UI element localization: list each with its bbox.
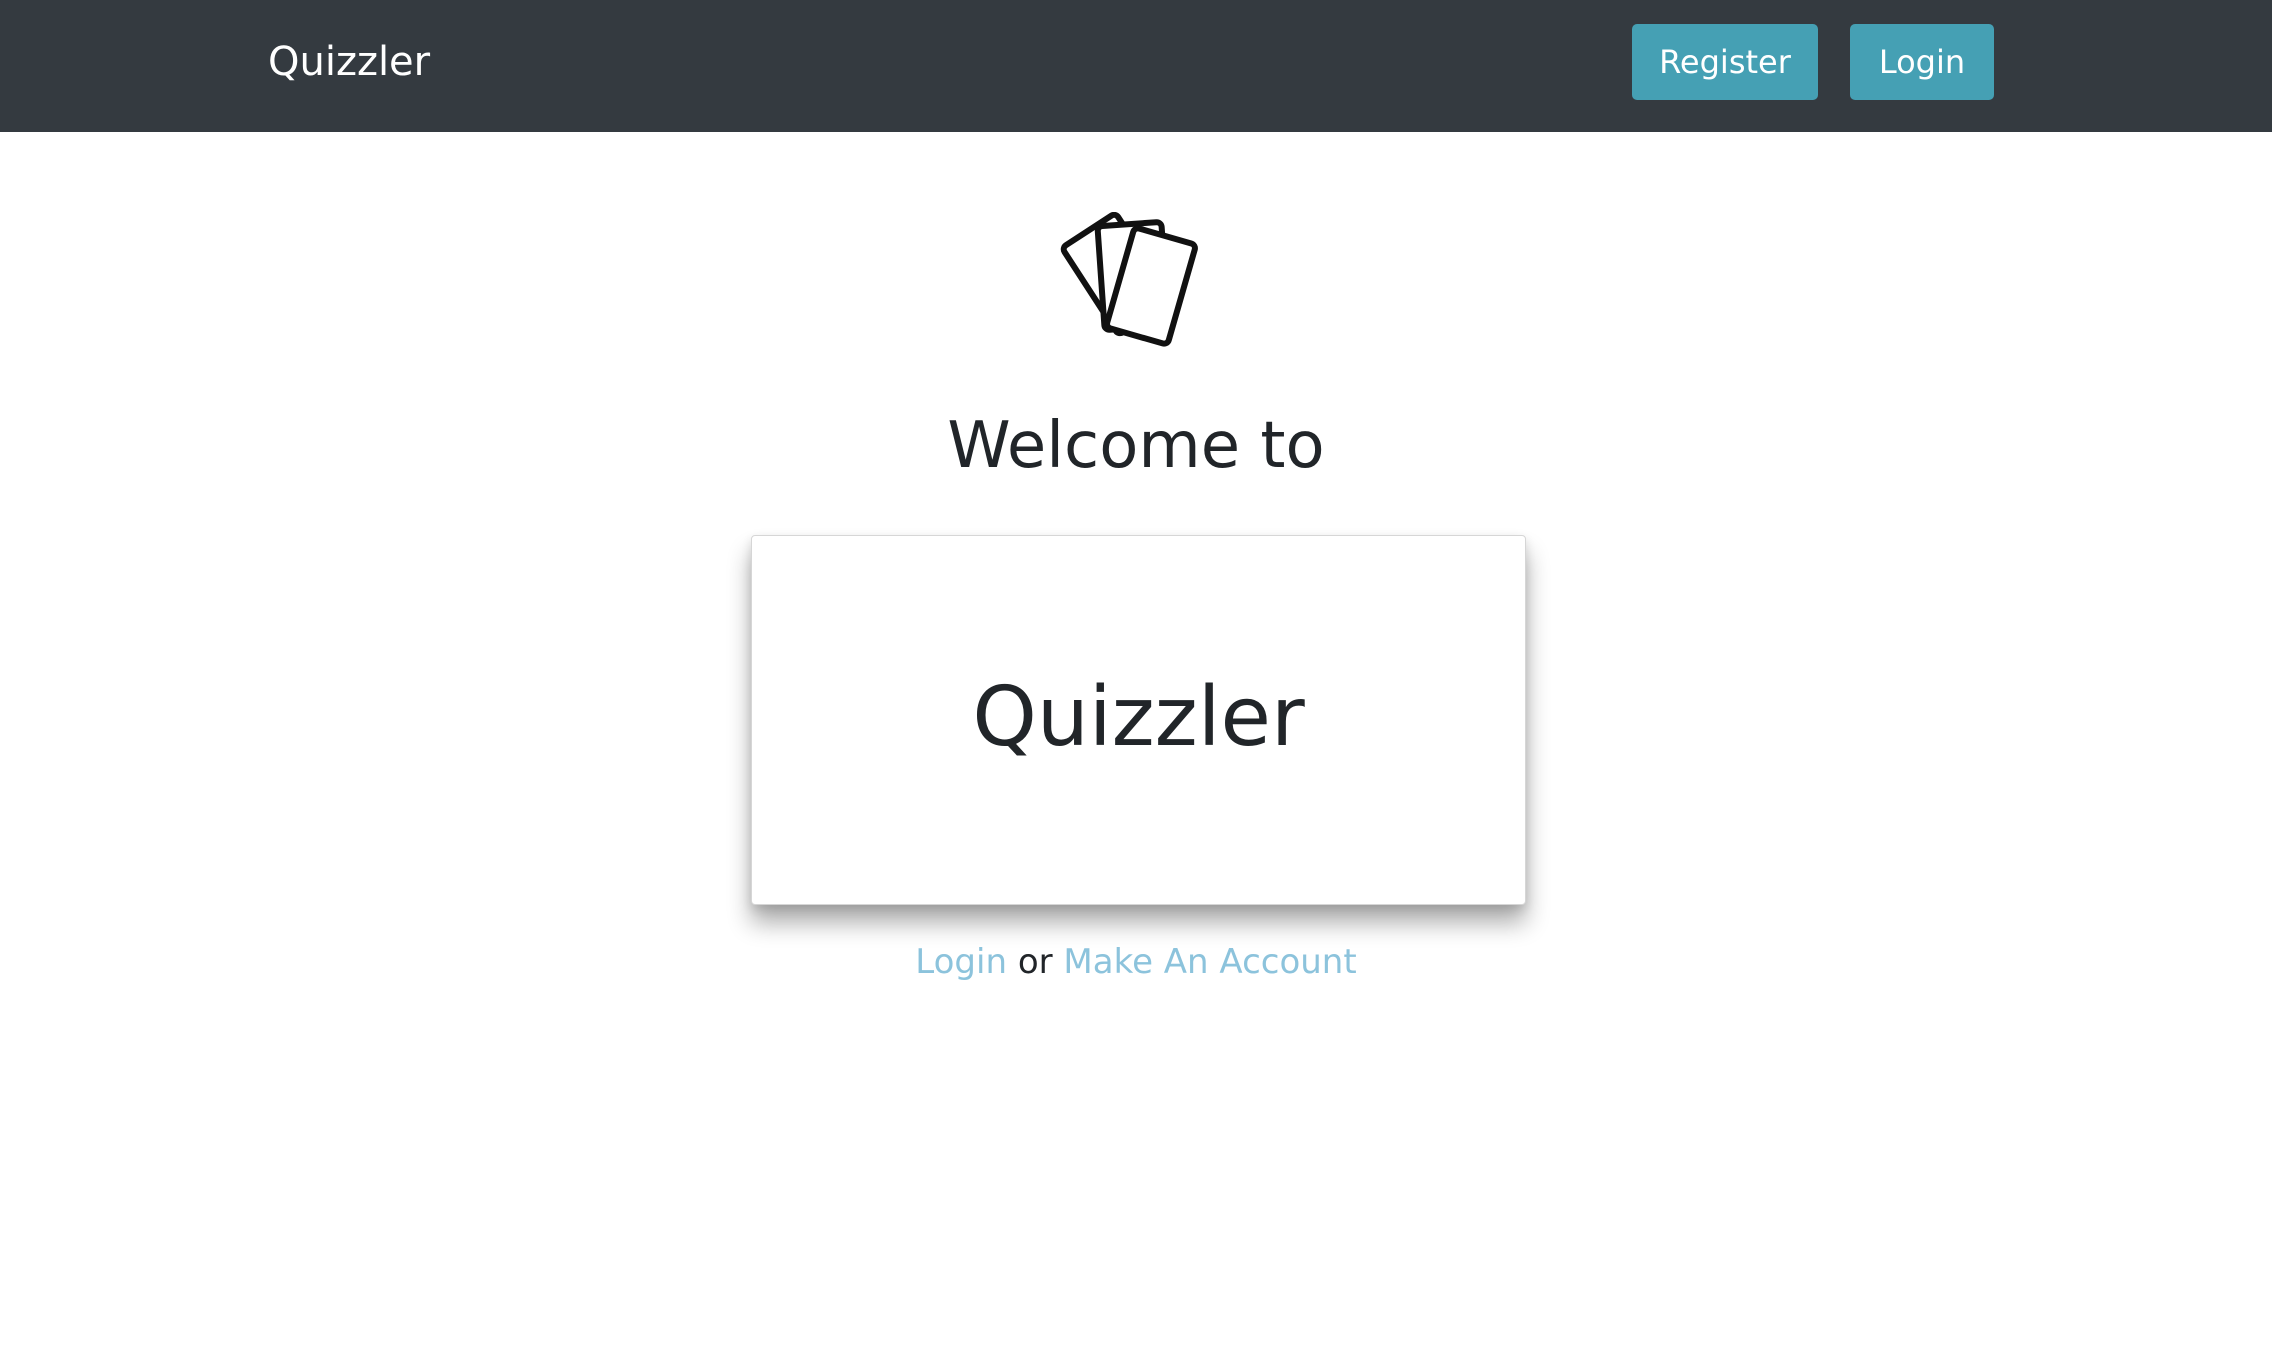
auth-links: Login or Make An Account (0, 938, 2272, 986)
register-button[interactable]: Register (1632, 24, 1818, 100)
hero-title: Quizzler (972, 670, 1305, 765)
navbar: Quizzler Register Login (0, 0, 2272, 132)
separator-text: or (1017, 942, 1053, 982)
hero-card: Quizzler (751, 535, 1526, 905)
make-account-link[interactable]: Make An Account (1063, 942, 1356, 982)
welcome-heading: Welcome to (947, 409, 1325, 483)
login-button[interactable]: Login (1850, 24, 1994, 100)
flashcards-icon (1060, 212, 1198, 347)
brand-link[interactable]: Quizzler (268, 0, 430, 124)
login-link[interactable]: Login (915, 942, 1007, 982)
